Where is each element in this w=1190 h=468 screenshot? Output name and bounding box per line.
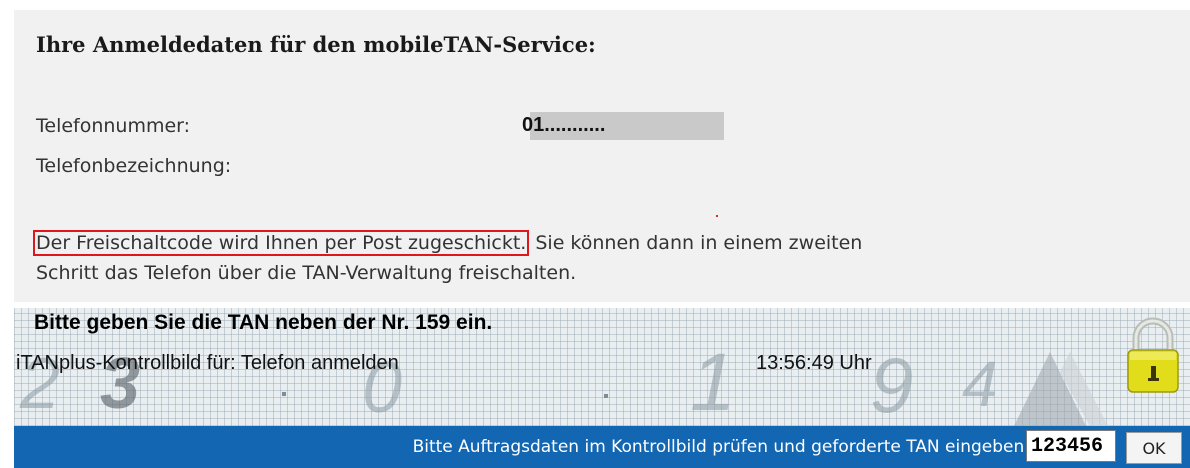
stray-dot	[716, 215, 718, 217]
lock-icon	[1127, 317, 1179, 393]
tan-entry-prompt: Bitte Auftragsdaten im Kontrollbild prüf…	[412, 437, 1030, 457]
control-digit: 4	[962, 348, 998, 420]
notice-line-1: Der Freischaltcode wird Ihnen per Post z…	[33, 230, 863, 256]
control-dot	[282, 392, 286, 396]
tan-instruction: Bitte geben Sie die TAN neben der Nr. 15…	[34, 311, 493, 334]
phone-name-label: Telefonbezeichnung:	[36, 155, 232, 177]
control-digit: 9	[870, 341, 913, 426]
tan-input[interactable]	[1026, 430, 1116, 462]
control-image-time: 13:56:49 Uhr	[756, 352, 872, 374]
tan-entry-bar: Bitte Auftragsdaten im Kontrollbild prüf…	[14, 426, 1190, 468]
ok-button[interactable]: OK	[1126, 432, 1182, 464]
notice-line-2: Schritt das Telefon über die TAN-Verwalt…	[36, 262, 577, 284]
itan-control-image: 2 3 0 1 9 4 Bitte geben Sie die TAN nebe…	[14, 308, 1190, 426]
info-title: Ihre Anmeldedaten für den mobileTAN-Serv…	[36, 32, 596, 57]
control-digit: 1	[690, 337, 736, 426]
control-dot	[604, 394, 608, 398]
mobiletan-info-panel: Ihre Anmeldedaten für den mobileTAN-Serv…	[14, 10, 1190, 302]
notice-rest: Sie können dann in einem zweiten	[529, 232, 863, 254]
phone-number-value: 01...........	[522, 114, 606, 136]
phone-number-label: Telefonnummer:	[36, 115, 191, 137]
freischaltcode-notice-highlight: Der Freischaltcode wird Ihnen per Post z…	[33, 230, 530, 256]
control-image-caption: iTANplus-Kontrollbild für: Telefon anmel…	[16, 352, 399, 374]
